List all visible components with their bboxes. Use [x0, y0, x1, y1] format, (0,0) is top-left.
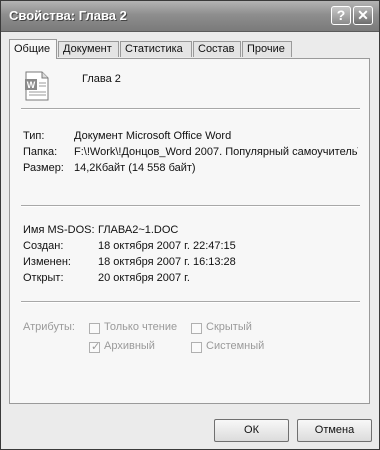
help-button[interactable]: ?	[331, 6, 351, 25]
properties-dialog: Свойства: Глава 2 ? ✕ Общие Документ Ста…	[0, 0, 380, 450]
system-checkbox[interactable]	[191, 342, 202, 353]
folder-label: Папка:	[23, 146, 58, 158]
hidden-checkbox[interactable]	[191, 323, 202, 334]
size-value: 14,2Кбайт (14 558 байт)	[74, 162, 196, 174]
size-label: Размер:	[23, 162, 64, 174]
tab-statistics[interactable]: Статистика	[120, 41, 192, 57]
close-button[interactable]: ✕	[353, 6, 373, 25]
cancel-button[interactable]: Отмена	[297, 419, 372, 442]
type-value: Документ Microsoft Office Word	[74, 130, 232, 142]
file-name: Глава 2	[82, 73, 121, 85]
general-tab-panel: W Глава 2 Тип: Документ Microsoft Office…	[9, 58, 370, 404]
svg-text:W: W	[27, 80, 36, 90]
created-label: Создан:	[23, 240, 64, 252]
checkmark-icon: ✓	[91, 341, 101, 353]
tab-other[interactable]: Прочие	[242, 41, 292, 57]
divider	[21, 108, 360, 110]
readonly-label: Только чтение	[104, 321, 178, 333]
system-label: Системный	[206, 340, 265, 352]
close-icon: ✕	[357, 7, 369, 23]
divider	[21, 205, 360, 207]
window-title: Свойства: Глава 2	[9, 8, 127, 23]
opened-value: 20 октября 2007 г.	[98, 272, 190, 284]
archive-checkbox[interactable]: ✓	[89, 341, 101, 353]
ok-button[interactable]: ОК	[214, 419, 289, 442]
archive-label: Архивный	[104, 340, 155, 352]
hidden-label: Скрытый	[206, 321, 252, 333]
folder-value: F:\!Work\!Донцов_Word 2007. Популярный с…	[74, 146, 358, 158]
help-icon: ?	[336, 7, 346, 23]
attributes-label: Атрибуты:	[23, 321, 75, 333]
msdos-name-value: ГЛАВА2~1.DOC	[98, 224, 179, 236]
opened-label: Открыт:	[23, 272, 64, 284]
tab-contents[interactable]: Состав	[193, 41, 241, 57]
tab-document[interactable]: Документ	[58, 41, 119, 57]
tab-general[interactable]: Общие	[9, 39, 57, 59]
type-label: Тип:	[23, 130, 45, 142]
readonly-checkbox[interactable]	[89, 323, 100, 334]
created-value: 18 октября 2007 г. 22:47:15	[98, 240, 236, 252]
title-bar[interactable]: Свойства: Глава 2 ? ✕	[1, 1, 379, 32]
modified-label: Изменен:	[23, 256, 71, 268]
word-document-icon: W	[24, 71, 50, 101]
divider	[21, 301, 360, 303]
modified-value: 18 октября 2007 г. 16:13:28	[98, 256, 236, 268]
msdos-name-label: Имя MS-DOS:	[23, 224, 95, 236]
